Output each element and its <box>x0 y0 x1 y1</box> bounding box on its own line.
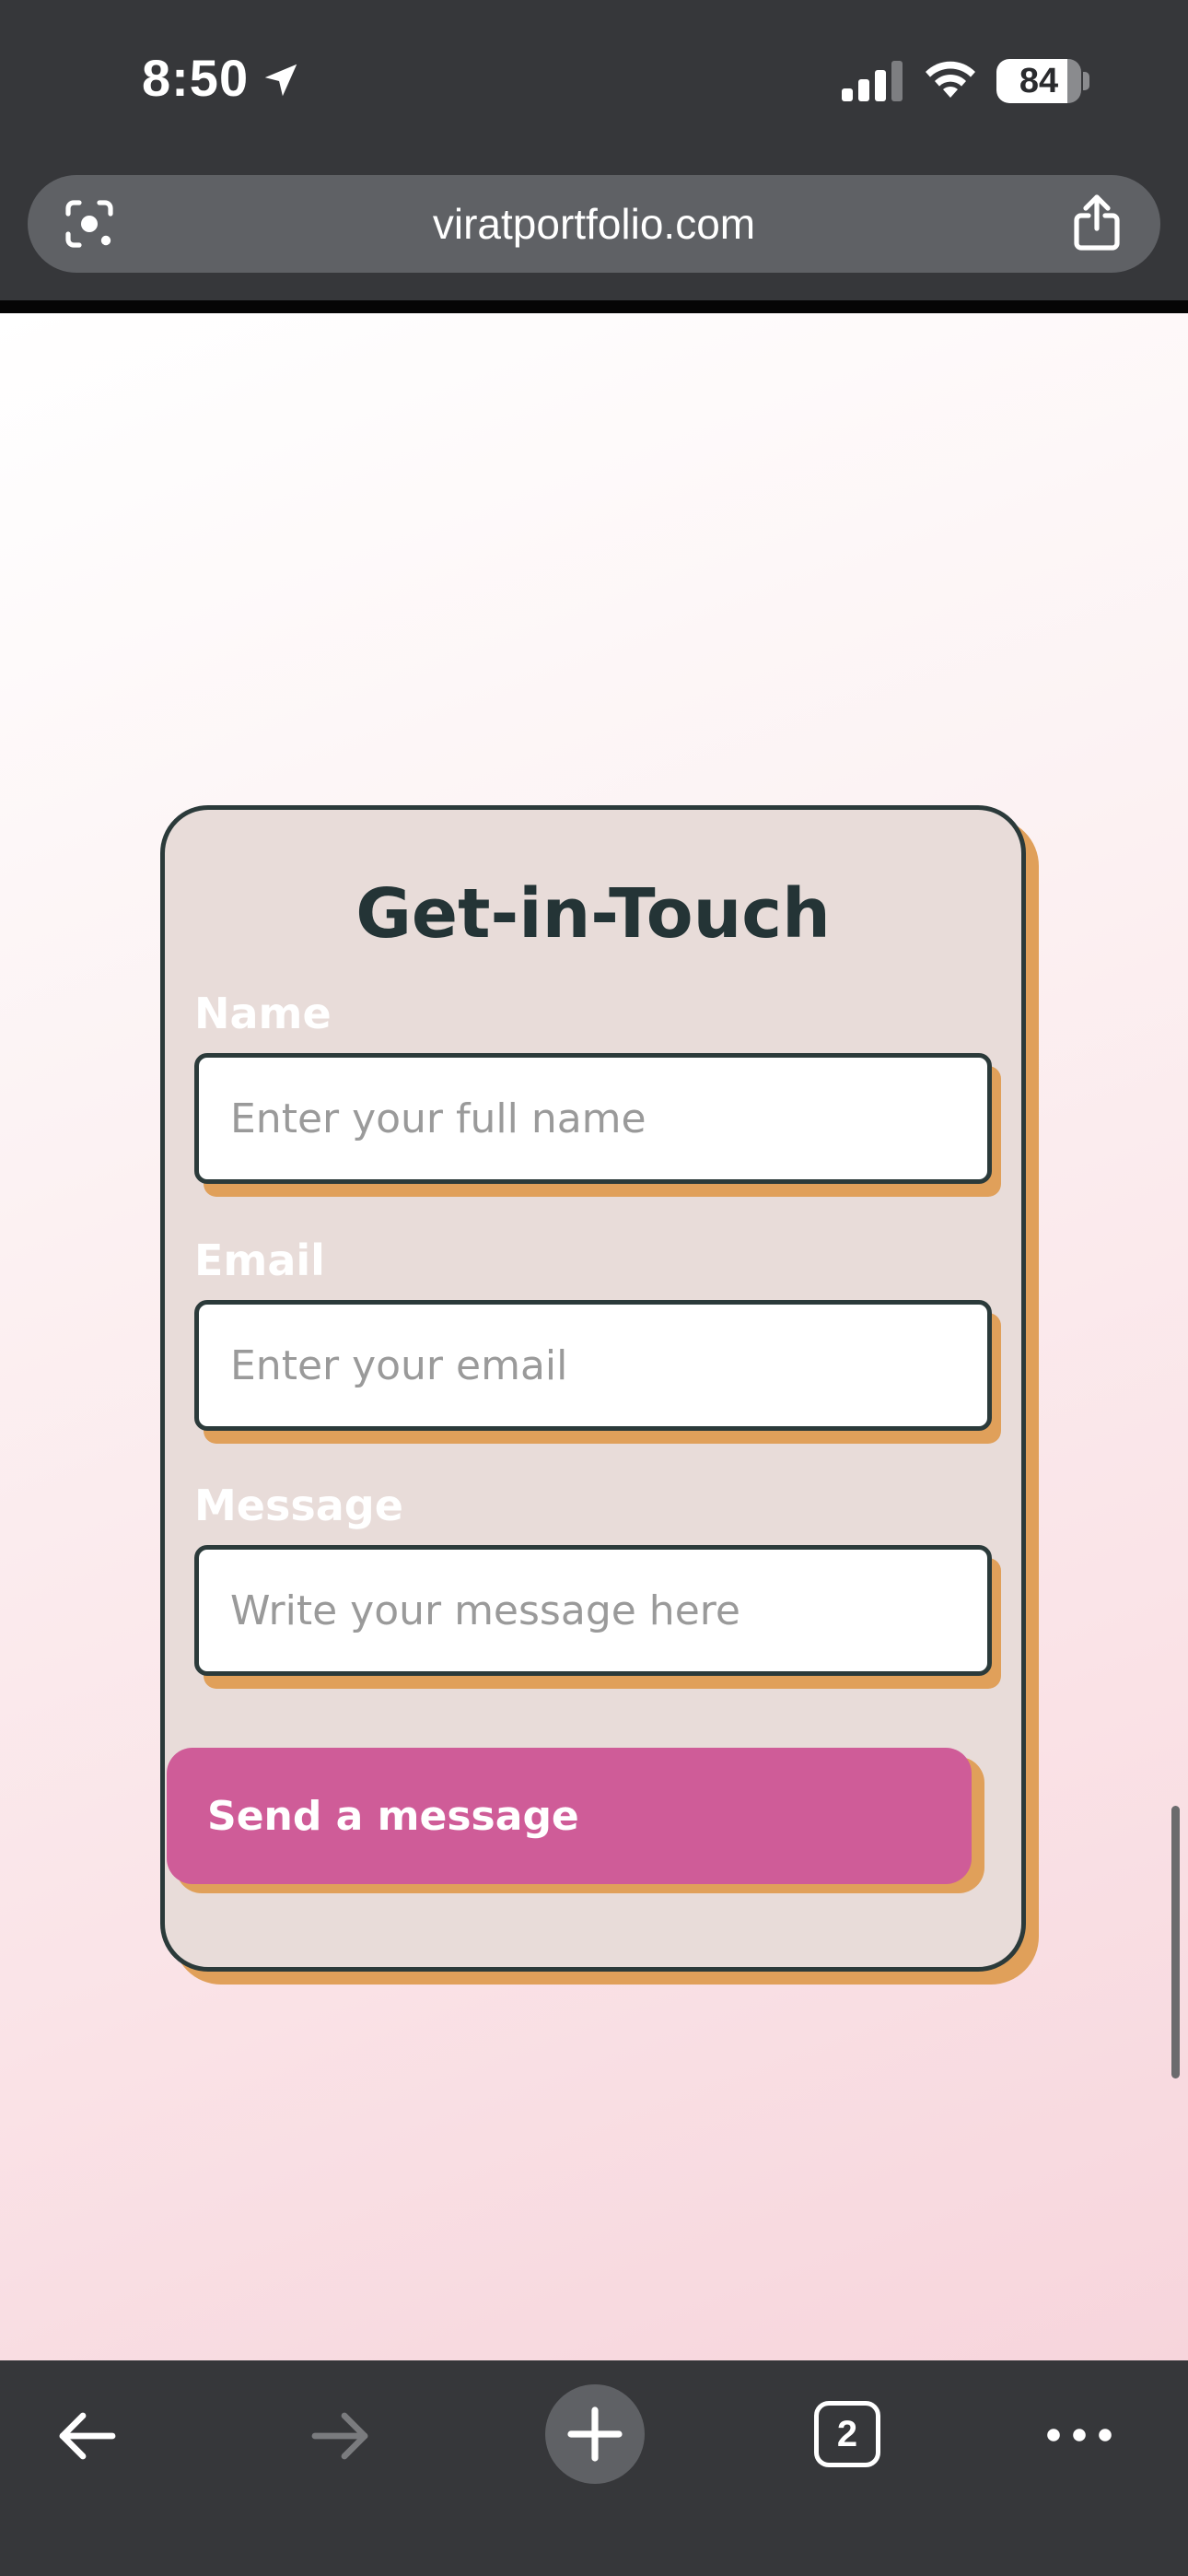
new-tab-button[interactable] <box>545 2384 645 2484</box>
more-icon[interactable] <box>1042 2412 1116 2458</box>
cellular-signal-icon <box>842 61 903 101</box>
status-bar: 8:50 84 <box>0 0 1188 166</box>
toolbar-divider <box>0 300 1188 313</box>
url-text[interactable]: viratportfolio.com <box>28 175 1160 273</box>
location-arrow-icon <box>264 64 297 97</box>
plus-icon <box>567 2406 623 2462</box>
contact-form-card: Get-in-Touch Name Email Message Send a m… <box>160 805 1026 1972</box>
scrollbar[interactable] <box>1171 1806 1180 2078</box>
message-label: Message <box>194 1481 403 1530</box>
forward-arrow-icon[interactable] <box>306 2401 376 2471</box>
tabs-icon[interactable]: 2 <box>814 2401 880 2467</box>
back-arrow-icon[interactable] <box>52 2401 122 2471</box>
message-input[interactable] <box>194 1545 992 1676</box>
wifi-icon <box>926 61 975 98</box>
share-icon[interactable] <box>1070 193 1124 252</box>
address-bar[interactable]: viratportfolio.com <box>28 175 1160 273</box>
bottom-toolbar: 2 <box>0 2360 1188 2576</box>
status-time: 8:50 <box>142 49 250 107</box>
name-label: Name <box>194 989 332 1038</box>
form-title: Get-in-Touch <box>355 874 831 954</box>
page-content[interactable]: Get-in-Touch Name Email Message Send a m… <box>0 313 1188 2360</box>
battery-icon: 84 <box>996 59 1081 103</box>
battery-level: 84 <box>1019 62 1059 100</box>
tab-count: 2 <box>836 2414 858 2454</box>
name-input[interactable] <box>194 1053 992 1184</box>
battery-terminal <box>1083 72 1089 90</box>
email-label: Email <box>194 1235 325 1285</box>
email-input[interactable] <box>194 1300 992 1431</box>
send-message-button[interactable]: Send a message <box>167 1748 972 1884</box>
